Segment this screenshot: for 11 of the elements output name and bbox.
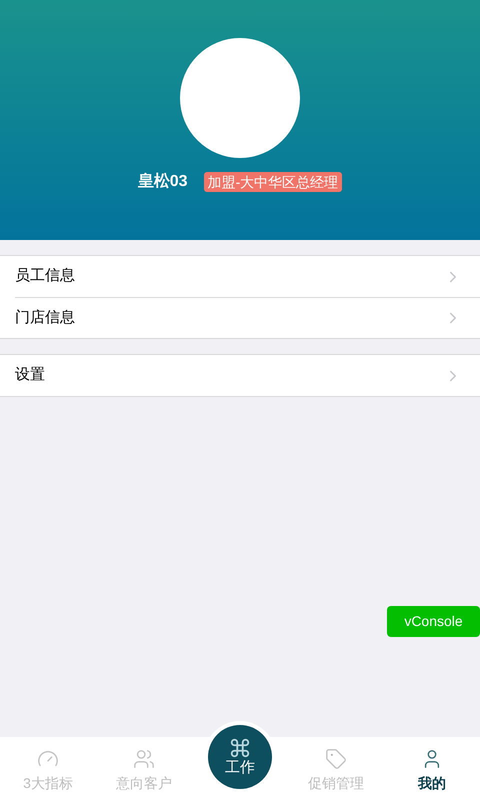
tag-icon [325, 748, 347, 770]
users-icon [133, 748, 155, 770]
menu-label: 门店信息 [15, 308, 75, 328]
menu-item[interactable]: 员工信息 [15, 256, 480, 297]
user-name: 皇松03 [138, 172, 188, 192]
menu-item[interactable]: 门店信息 [15, 297, 480, 338]
tab-item[interactable]: 我的 [384, 737, 480, 800]
menu-label: 设置 [15, 365, 45, 386]
menu-label: 员工信息 [15, 266, 75, 286]
role-badge: 加盟-大中华区总经理 [204, 172, 342, 192]
work-tab[interactable]: 工作 [208, 725, 272, 789]
